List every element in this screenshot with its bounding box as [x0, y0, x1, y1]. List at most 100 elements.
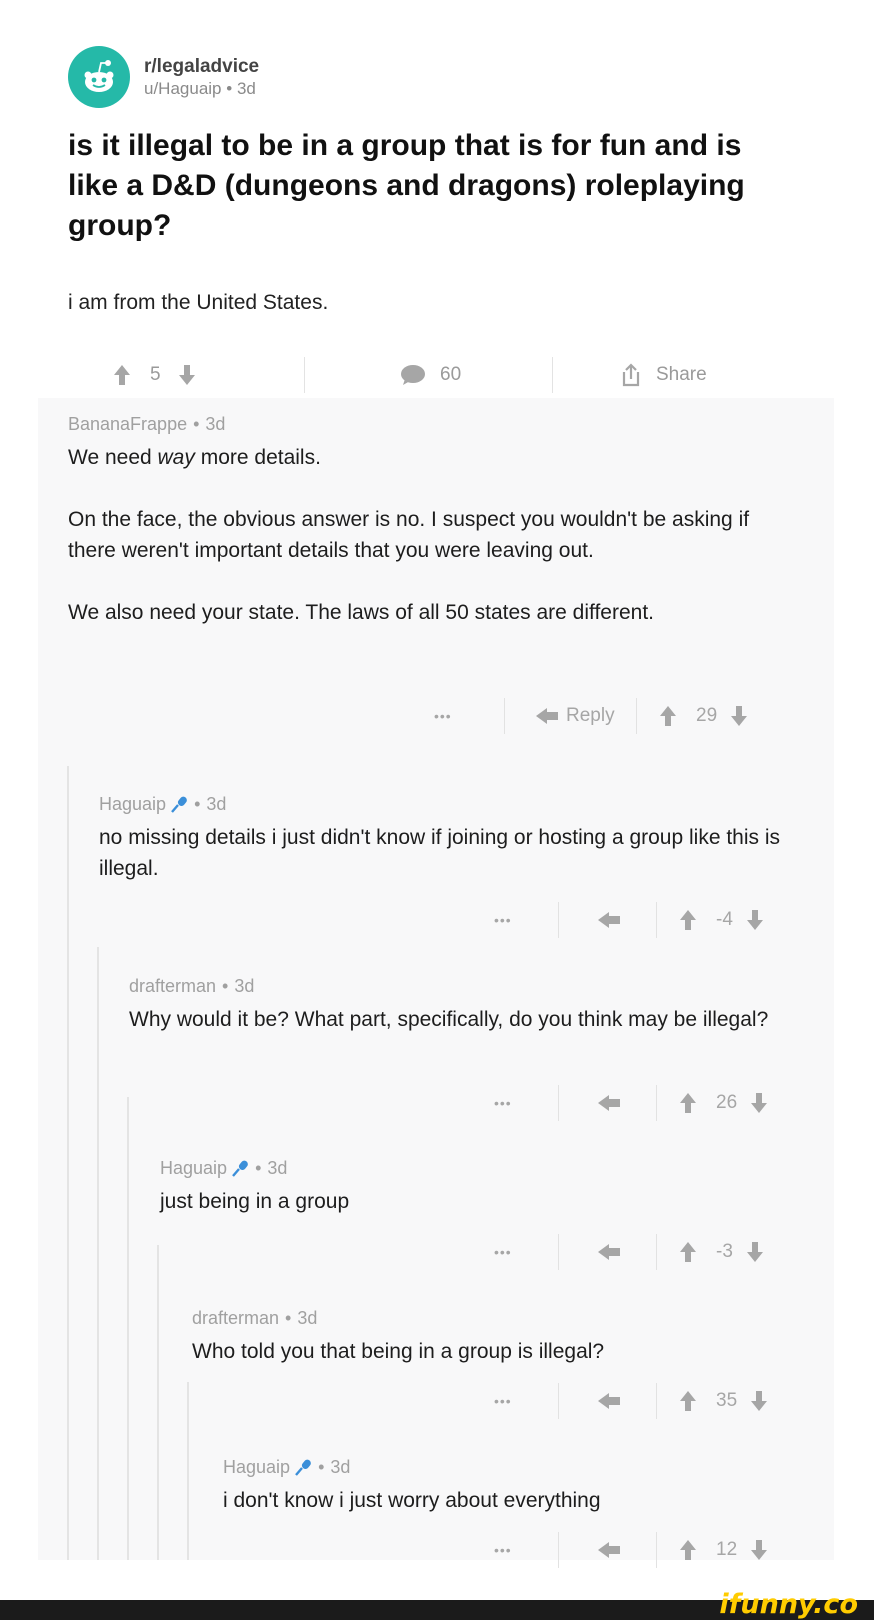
more-options-button[interactable]: ••• [494, 1532, 512, 1568]
ifunny-watermark: ifunny.co [719, 1589, 858, 1620]
comment-score: -3 [716, 1241, 733, 1262]
subreddit-avatar[interactable] [68, 46, 130, 108]
comment-author[interactable]: Haguaip [223, 1457, 290, 1478]
comment-vote-group: -3 [680, 1234, 763, 1270]
upvote-icon[interactable] [660, 706, 676, 726]
reply-button[interactable] [598, 902, 628, 938]
comment-author[interactable]: Haguaip [99, 794, 166, 815]
microphone-icon [295, 1459, 311, 1476]
post-vote-group: 5 [114, 355, 195, 395]
subreddit-name[interactable]: r/legaladvice [144, 55, 259, 79]
thread-line [67, 766, 69, 1560]
more-options-button[interactable]: ••• [494, 1085, 512, 1121]
comment-meta: Haguaip • 3d [99, 792, 789, 816]
comment-score: 12 [716, 1539, 738, 1560]
comment-author[interactable]: Haguaip [160, 1158, 227, 1179]
meta-dot: • [194, 793, 201, 814]
comment-author[interactable]: drafterman [192, 1308, 279, 1329]
more-options-icon: ••• [494, 1542, 512, 1558]
downvote-icon[interactable] [178, 365, 195, 385]
divider [304, 357, 305, 393]
divider [656, 902, 657, 938]
comment-score: -4 [716, 909, 733, 930]
upvote-icon[interactable] [680, 1242, 696, 1262]
upvote-icon[interactable] [680, 1093, 696, 1113]
comment-paragraph: We need way more details. [68, 442, 788, 473]
upvote-icon[interactable] [680, 910, 696, 930]
comment-author[interactable]: drafterman [129, 976, 216, 997]
more-options-icon: ••• [494, 912, 512, 928]
comment-action-bar: ••• 26 [480, 1085, 800, 1121]
reply-button[interactable] [598, 1532, 628, 1568]
post-share-button[interactable]: Share [620, 355, 707, 395]
more-options-icon: ••• [494, 1244, 512, 1260]
text-run: We need [68, 446, 158, 469]
post-author-line: u/Haguaip • 3d [144, 78, 259, 99]
post-age: 3d [236, 79, 256, 99]
reply-button[interactable] [598, 1383, 628, 1419]
comment: Haguaip • 3d no missing details i just d… [99, 792, 789, 884]
downvote-icon[interactable] [746, 1242, 763, 1262]
comment-meta: Haguaip • 3d [223, 1455, 793, 1479]
comment-paragraph: On the face, the obvious answer is no. I… [68, 508, 750, 562]
upvote-icon[interactable] [680, 1540, 696, 1560]
comment-text: no missing details i just didn't know if… [99, 826, 781, 880]
comment-action-bar: ••• 35 [480, 1383, 800, 1419]
downvote-icon[interactable] [746, 910, 763, 930]
reply-button[interactable] [598, 1234, 628, 1270]
text-run: more details. [194, 446, 321, 469]
upvote-icon[interactable] [114, 365, 130, 385]
divider [558, 1532, 559, 1568]
microphone-icon [232, 1160, 248, 1177]
reddit-post-page: r/legaladvice u/Haguaip • 3d is it illeg… [0, 0, 874, 1620]
comment-meta: Haguaip • 3d [160, 1156, 790, 1180]
comment-vote-group: 12 [680, 1532, 768, 1568]
divider [656, 1234, 657, 1270]
reply-arrow-icon [598, 1542, 620, 1558]
upvote-icon[interactable] [680, 1391, 696, 1411]
post-author[interactable]: u/Haguaip [144, 79, 222, 98]
comment-score: 26 [716, 1092, 738, 1113]
comment-author[interactable]: BananaFrappe [68, 414, 187, 435]
comment-action-bar: ••• Reply 29 [420, 698, 800, 734]
emphasis-text: way [157, 446, 195, 469]
post-vote-count: 5 [150, 364, 161, 385]
more-options-button[interactable]: ••• [434, 698, 452, 734]
divider [656, 1383, 657, 1419]
reply-button[interactable]: Reply [536, 698, 615, 734]
more-options-button[interactable]: ••• [494, 902, 512, 938]
comment: drafterman • 3d Why would it be? What pa… [129, 974, 789, 1035]
downvote-icon[interactable] [731, 706, 748, 726]
reply-arrow-icon [598, 1244, 620, 1260]
downvote-icon[interactable] [751, 1540, 768, 1560]
meta-dot: • [318, 1456, 325, 1477]
thread-line [157, 1245, 159, 1560]
post-action-bar: 5 60 Share [68, 355, 808, 395]
comment: drafterman • 3d Who told you that being … [192, 1306, 792, 1367]
reply-button[interactable] [598, 1085, 628, 1121]
comment-age: 3d [267, 1157, 288, 1178]
thread-line [187, 1382, 189, 1560]
divider [558, 902, 559, 938]
meta-dot: • [222, 975, 229, 996]
divider [656, 1532, 657, 1568]
post-header: r/legaladvice u/Haguaip • 3d [68, 46, 259, 108]
comment-action-bar: ••• -4 [480, 902, 800, 938]
share-label: Share [656, 364, 707, 385]
downvote-icon[interactable] [751, 1391, 768, 1411]
downvote-icon[interactable] [751, 1093, 768, 1113]
divider [636, 698, 637, 734]
reply-arrow-icon [536, 708, 558, 724]
comment-age: 3d [297, 1307, 318, 1328]
comment-vote-group: -4 [680, 902, 763, 938]
divider [504, 698, 505, 734]
post-comments-button[interactable]: 60 [400, 355, 461, 395]
more-options-button[interactable]: ••• [494, 1383, 512, 1419]
comment-meta: drafterman • 3d [192, 1306, 792, 1330]
reply-label: Reply [566, 705, 615, 726]
comment-age: 3d [205, 413, 226, 434]
comment-action-bar: ••• 12 [480, 1532, 800, 1568]
more-options-button[interactable]: ••• [494, 1234, 512, 1270]
comment-text: i don't know i just worry about everythi… [223, 1489, 601, 1512]
post-title: is it illegal to be in a group that is f… [68, 129, 745, 242]
